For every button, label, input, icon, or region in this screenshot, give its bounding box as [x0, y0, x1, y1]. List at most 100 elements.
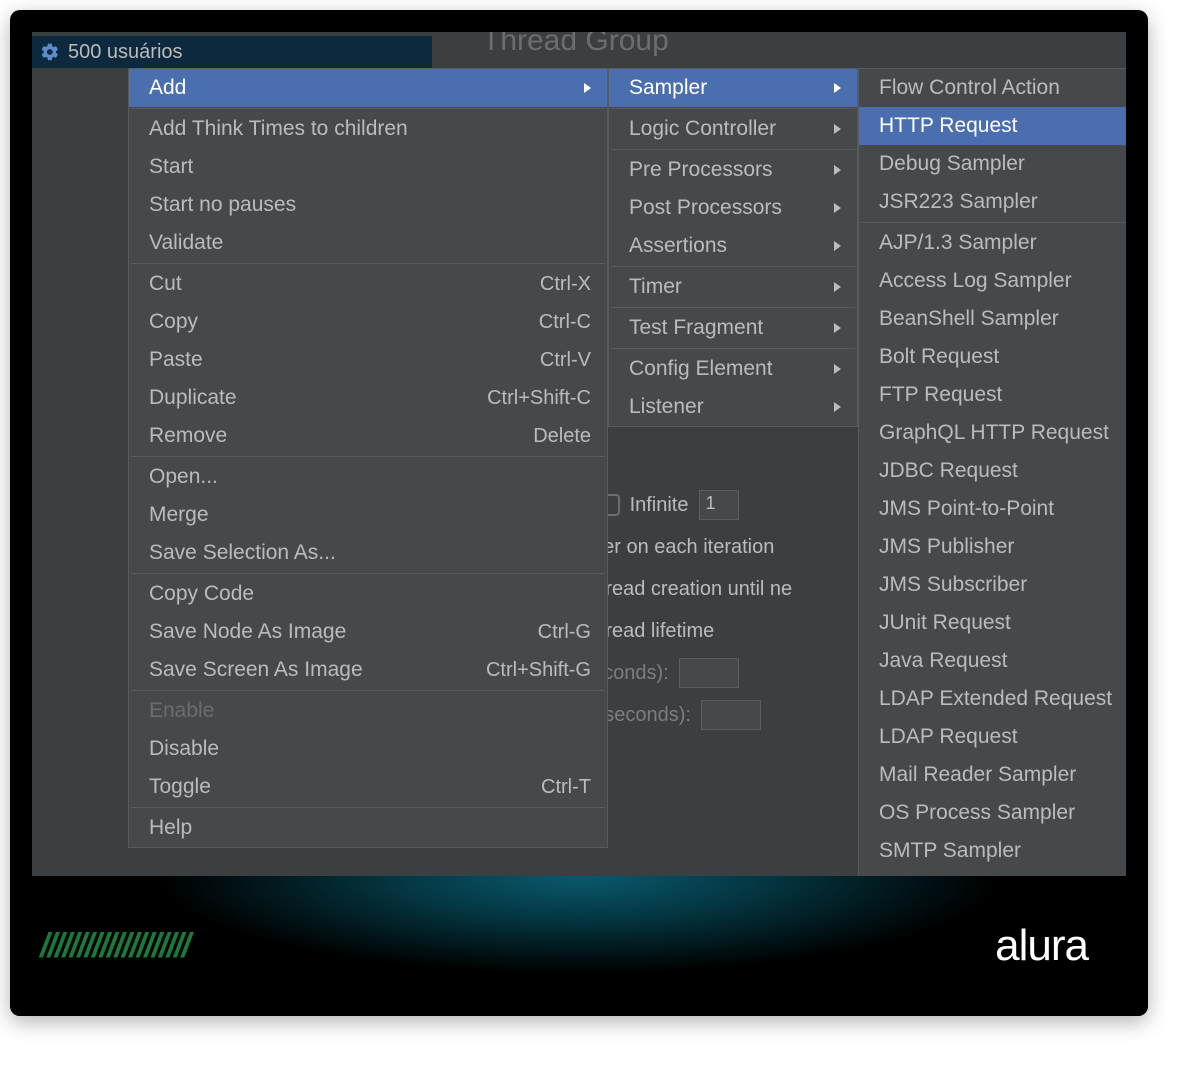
menu-item-label: JMS Point-to-Point — [879, 497, 1054, 521]
tree-node-label: 500 usuários — [68, 41, 183, 64]
context-menu-separator — [131, 456, 605, 457]
context-menu-item-enable: Enable — [129, 692, 607, 730]
sampler-menu-item-ftp-request[interactable]: FTP Request — [859, 376, 1126, 414]
context-menu-item-start-no-pauses[interactable]: Start no pauses — [129, 186, 607, 224]
menu-item-label: Add Think Times to children — [149, 117, 408, 141]
menu-item-label: Start no pauses — [149, 193, 296, 217]
context-menu-item-add[interactable]: Add — [129, 69, 607, 107]
add-submenu-item-sampler[interactable]: Sampler — [609, 69, 857, 107]
add-submenu-separator — [611, 266, 855, 267]
menu-item-label: Open... — [149, 465, 218, 489]
sampler-menu-item-jsr223-sampler[interactable]: JSR223 Sampler — [859, 183, 1126, 221]
menu-item-label: Merge — [149, 503, 209, 527]
sampler-menu-item-jms-point-to-point[interactable]: JMS Point-to-Point — [859, 490, 1126, 528]
app-frame: Thread Group 500 usuários : Infinite 1 u… — [10, 10, 1148, 1016]
menu-item-label: Help — [149, 816, 192, 840]
add-submenu-item-timer[interactable]: Timer — [609, 268, 857, 306]
sampler-menu-item-ajp-1-3-sampler[interactable]: AJP/1.3 Sampler — [859, 224, 1126, 262]
jmeter-app: Thread Group 500 usuários : Infinite 1 u… — [32, 32, 1126, 876]
context-menu-item-help[interactable]: Help — [129, 809, 607, 847]
menu-item-label: Disable — [149, 737, 219, 761]
menu-item-label: Cut — [149, 272, 182, 296]
menu-item-label: Flow Control Action — [879, 76, 1060, 100]
menu-item-label: Sampler — [629, 76, 707, 100]
chevron-right-icon — [834, 364, 841, 374]
context-menu-item-remove[interactable]: RemoveDelete — [129, 417, 607, 455]
context-menu-item-disable[interactable]: Disable — [129, 730, 607, 768]
menu-item-label: Listener — [629, 395, 704, 419]
add-submenu-item-pre-processors[interactable]: Pre Processors — [609, 151, 857, 189]
add-submenu-item-post-processors[interactable]: Post Processors — [609, 189, 857, 227]
sampler-menu-item-ldap-extended-request[interactable]: LDAP Extended Request — [859, 680, 1126, 718]
sampler-menu-item-bolt-request[interactable]: Bolt Request — [859, 338, 1126, 376]
context-menu-item-validate[interactable]: Validate — [129, 224, 607, 262]
gear-icon — [40, 42, 60, 62]
menu-item-label: JSR223 Sampler — [879, 190, 1038, 214]
menu-item-label: JDBC Request — [879, 459, 1018, 483]
sampler-menu-item-jdbc-request[interactable]: JDBC Request — [859, 452, 1126, 490]
menu-item-label: Access Log Sampler — [879, 269, 1072, 293]
context-menu-item-start[interactable]: Start — [129, 148, 607, 186]
menu-item-label: Start — [149, 155, 193, 179]
chevron-right-icon — [834, 282, 841, 292]
sampler-menu-item-junit-request[interactable]: JUnit Request — [859, 604, 1126, 642]
add-submenu-item-test-fragment[interactable]: Test Fragment — [609, 309, 857, 347]
chevron-right-icon — [834, 165, 841, 175]
context-menu-item-cut[interactable]: CutCtrl-X — [129, 265, 607, 303]
context-menu-item-add-think-times-to-children[interactable]: Add Think Times to children — [129, 110, 607, 148]
sampler-submenu: Flow Control Action HTTP RequestDebug Sam… — [858, 68, 1126, 876]
sampler-menu-item-jms-subscriber[interactable]: JMS Subscriber — [859, 566, 1126, 604]
context-menu-item-open[interactable]: Open... — [129, 458, 607, 496]
menu-item-label: LDAP Request — [879, 725, 1018, 749]
menu-item-shortcut: Ctrl-V — [540, 349, 591, 372]
startup-delay-input[interactable] — [701, 700, 761, 730]
menu-item-shortcut: Ctrl-G — [538, 621, 591, 644]
sampler-menu-item-flow-control-action[interactable]: Flow Control Action — [859, 69, 1126, 107]
context-menu-item-toggle[interactable]: ToggleCtrl-T — [129, 768, 607, 806]
chevron-right-icon — [834, 241, 841, 251]
duration-input[interactable] — [679, 658, 739, 688]
menu-item-label: Duplicate — [149, 386, 237, 410]
sampler-menu-item-access-log-sampler[interactable]: Access Log Sampler — [859, 262, 1126, 300]
menu-item-shortcut: Ctrl+Shift-C — [487, 387, 591, 410]
add-submenu-item-listener[interactable]: Listener — [609, 388, 857, 426]
context-menu-item-merge[interactable]: Merge — [129, 496, 607, 534]
menu-item-label: Bolt Request — [879, 345, 999, 369]
context-menu-item-copy-code[interactable]: Copy Code — [129, 575, 607, 613]
context-menu-item-save-selection-as[interactable]: Save Selection As... — [129, 534, 607, 572]
menu-item-label: BeanShell Sampler — [879, 307, 1059, 331]
infinite-label: Infinite — [630, 494, 689, 517]
context-menu-item-paste[interactable]: Paste Ctrl-V — [129, 341, 607, 379]
sampler-menu-item-java-request[interactable]: Java Request — [859, 642, 1126, 680]
sampler-menu-item-graphql-http-request[interactable]: GraphQL HTTP Request — [859, 414, 1126, 452]
sampler-menu-item-os-process-sampler[interactable]: OS Process Sampler — [859, 794, 1126, 832]
menu-item-label: Timer — [629, 275, 682, 299]
sampler-menu-item-jms-publisher[interactable]: JMS Publisher — [859, 528, 1126, 566]
menu-item-shortcut: Ctrl-T — [541, 776, 591, 799]
brand-logo: alura — [995, 921, 1088, 971]
context-menu-item-save-node-as-image[interactable]: Save Node As ImageCtrl-G — [129, 613, 607, 651]
sampler-menu-item-ldap-request[interactable]: LDAP Request — [859, 718, 1126, 756]
sampler-menu-item-http-request[interactable]: HTTP Request — [859, 107, 1126, 145]
sampler-menu-item-mail-reader-sampler[interactable]: Mail Reader Sampler — [859, 756, 1126, 794]
menu-item-label: JMS Publisher — [879, 535, 1014, 559]
add-submenu: Sampler Logic Controller Pre ProcessorsPos… — [608, 68, 858, 427]
menu-item-label: Paste — [149, 348, 203, 372]
sampler-menu-item-smtp-sampler[interactable]: SMTP Sampler — [859, 832, 1126, 870]
menu-item-label: JMS Subscriber — [879, 573, 1027, 597]
tree-node-selected[interactable]: 500 usuários — [32, 36, 432, 68]
sampler-menu-item-beanshell-sampler[interactable]: BeanShell Sampler — [859, 300, 1126, 338]
context-menu-separator — [131, 108, 605, 109]
menu-item-label: Logic Controller — [629, 117, 776, 141]
loop-count-input[interactable]: 1 — [699, 490, 739, 520]
context-menu-item-duplicate[interactable]: Duplicate Ctrl+Shift-C — [129, 379, 607, 417]
add-submenu-item-assertions[interactable]: Assertions — [609, 227, 857, 265]
add-submenu-item-logic-controller[interactable]: Logic Controller — [609, 110, 857, 148]
context-menu-item-copy[interactable]: CopyCtrl-C — [129, 303, 607, 341]
context-menu-item-save-screen-as-image[interactable]: Save Screen As ImageCtrl+Shift-G — [129, 651, 607, 689]
menu-item-label: JUnit Request — [879, 611, 1011, 635]
add-submenu-item-config-element[interactable]: Config Element — [609, 350, 857, 388]
add-submenu-separator — [611, 307, 855, 308]
sampler-menu-item-debug-sampler[interactable]: Debug Sampler — [859, 145, 1126, 183]
footer-stripes: //////////////////// — [40, 927, 189, 966]
